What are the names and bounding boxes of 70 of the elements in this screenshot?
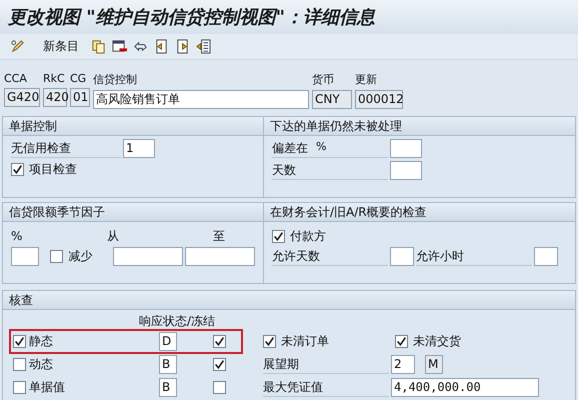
- panel-title: 单据控制: [9, 119, 57, 133]
- input-field[interactable]: 1: [123, 139, 155, 158]
- header-field: 000012: [355, 90, 403, 109]
- page-right-icon[interactable]: [175, 39, 190, 54]
- column-label: CCA: [4, 72, 28, 85]
- block-checkbox[interactable]: [213, 381, 226, 394]
- pencil-icon[interactable]: [10, 39, 25, 54]
- input-field[interactable]: 2: [391, 355, 415, 374]
- panel-title: 在财务会计/旧A/R概要的检查: [270, 205, 427, 219]
- column-label: 响应状态/冻结: [139, 313, 216, 330]
- checkbox[interactable]: [263, 335, 276, 348]
- checkbox[interactable]: [13, 335, 26, 348]
- checkbox[interactable]: [272, 230, 285, 242]
- reaction-field[interactable]: D: [159, 332, 177, 351]
- delete-row-icon[interactable]: [112, 39, 127, 54]
- panel-title: 下达的单据仍然未被处理: [270, 119, 402, 133]
- checkbox-label: 未清订单: [281, 333, 330, 350]
- column-label: RkC: [43, 72, 66, 85]
- field-label: 天数: [272, 162, 388, 180]
- reaction-field[interactable]: B: [159, 378, 177, 397]
- input-field[interactable]: [11, 247, 40, 266]
- column-label: 从: [107, 228, 120, 244]
- input-field[interactable]: [390, 139, 422, 158]
- checkbox[interactable]: [395, 335, 408, 348]
- input-field[interactable]: [113, 247, 184, 266]
- header-field: 420: [43, 88, 67, 107]
- column-label: CG: [70, 72, 88, 85]
- field-label: 展望期: [263, 356, 389, 374]
- header-field: G420: [4, 88, 40, 107]
- checkbox[interactable]: [50, 250, 64, 263]
- panel-title: 核查: [9, 293, 33, 307]
- checkbox-label: 未清交货: [413, 333, 461, 350]
- unit-label: %: [316, 140, 326, 154]
- checkbox[interactable]: [11, 163, 24, 176]
- unit-field: M: [425, 355, 443, 374]
- new-entries-button[interactable]: 新条目: [31, 38, 85, 55]
- field-label: 偏差在: [272, 140, 308, 156]
- header-field: 01: [70, 88, 90, 107]
- list-icon[interactable]: [196, 39, 211, 54]
- input-field[interactable]: 4,400,000.00: [391, 378, 539, 397]
- checkbox-label: 减少: [68, 248, 94, 265]
- header-field[interactable]: 高风险销售订单: [93, 90, 309, 109]
- checkbox[interactable]: [13, 381, 26, 394]
- field-label: 允许天数: [272, 248, 388, 266]
- column-label: 信贷控制: [93, 72, 138, 87]
- column-label: %: [11, 229, 24, 243]
- field-label: 最大凭证值: [263, 378, 389, 396]
- column-label: 更新: [355, 72, 378, 87]
- input-field[interactable]: [534, 247, 558, 266]
- block-checkbox[interactable]: [213, 358, 226, 371]
- input-field[interactable]: [390, 161, 422, 180]
- input-field[interactable]: [185, 247, 255, 266]
- checkbox-label: 付款方: [290, 228, 326, 244]
- checkbox-label: 单据值: [29, 379, 66, 396]
- header-field: CNY: [312, 90, 352, 109]
- column-label: 货币: [312, 72, 335, 87]
- checkbox-label: 项目检查: [29, 161, 77, 178]
- copy-icon[interactable]: [91, 39, 106, 54]
- window-title: 更改视图 "维护自动信贷控制视图"：详细信息: [8, 6, 376, 29]
- input-field[interactable]: [390, 247, 414, 266]
- panel-title: 信贷限额季节因子: [9, 205, 105, 219]
- column-label: 至: [213, 228, 225, 244]
- block-checkbox[interactable]: [213, 335, 226, 348]
- field-label: 无信用检查: [11, 140, 121, 158]
- field-label: 允许小时: [416, 248, 532, 266]
- reaction-field[interactable]: B: [159, 355, 177, 374]
- checkbox-label: 静态: [29, 333, 54, 350]
- page-left-icon[interactable]: [154, 39, 169, 54]
- checkbox-label: 动态: [29, 356, 54, 373]
- checkbox[interactable]: [13, 358, 26, 371]
